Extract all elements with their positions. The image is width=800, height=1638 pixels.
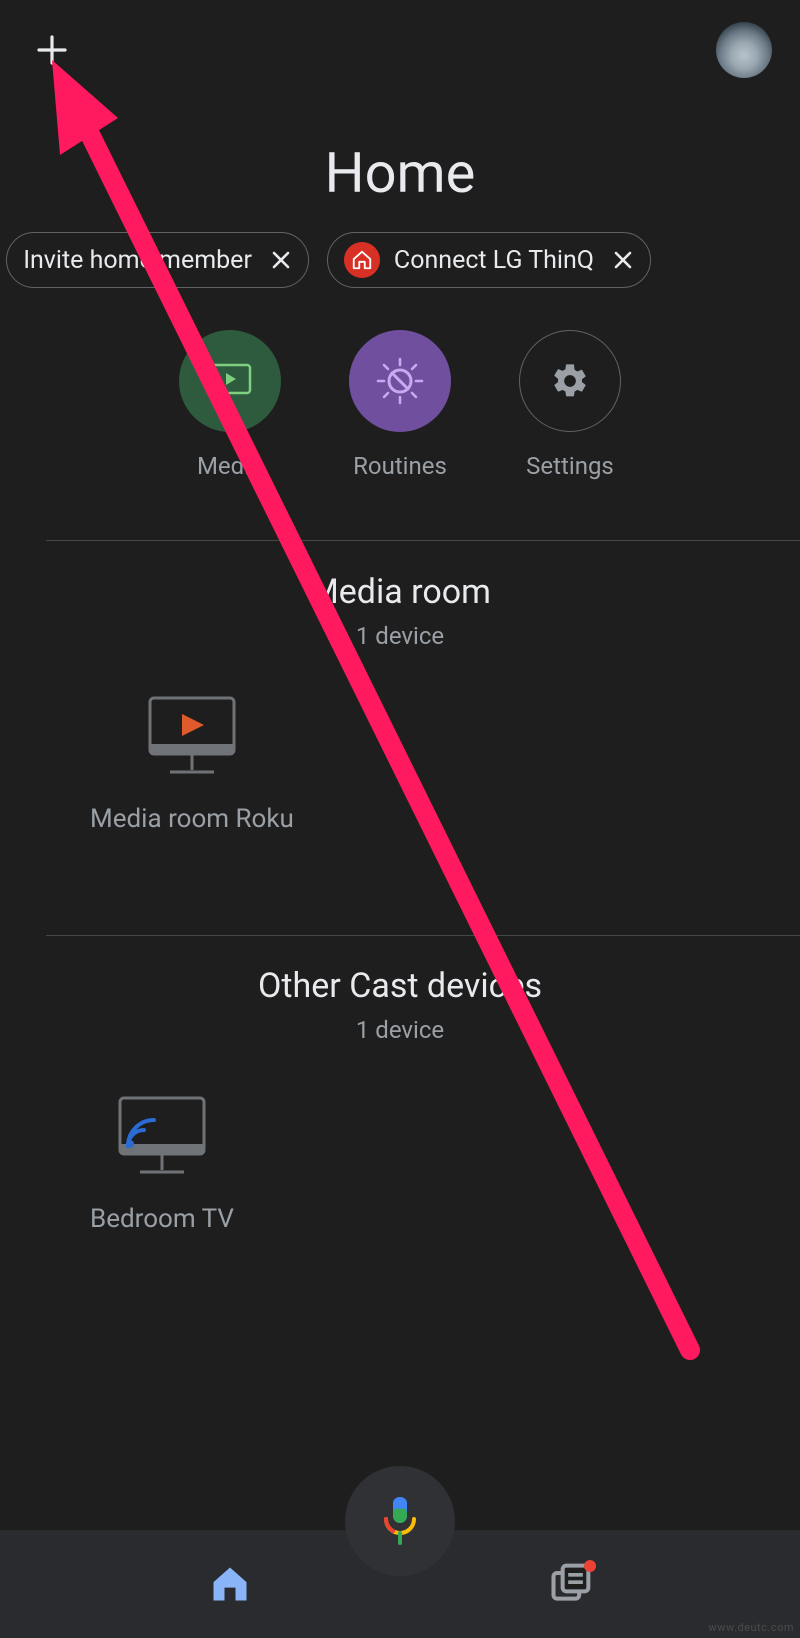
- suggestion-chips-row: Invite home member Connect LG ThinQ: [0, 232, 800, 288]
- watermark: www.deutc.com: [708, 1621, 794, 1634]
- routines-icon-circle: [349, 330, 451, 432]
- avatar[interactable]: [716, 22, 772, 78]
- chip-label: Invite home member: [23, 246, 252, 275]
- chip-close-button[interactable]: [270, 249, 292, 271]
- quick-action-label: Settings: [526, 452, 614, 480]
- home-icon: [208, 1562, 252, 1606]
- chip-close-button[interactable]: [612, 249, 634, 271]
- nav-tab-feed[interactable]: [542, 1556, 598, 1612]
- quick-action-label: Media: [197, 452, 263, 480]
- mic-icon: [378, 1495, 422, 1547]
- device-label: Media room Roku: [90, 804, 294, 834]
- quick-action-routines[interactable]: Routines: [349, 330, 451, 480]
- device-card-media-room-roku[interactable]: Media room Roku: [90, 688, 294, 834]
- settings-icon-circle: [519, 330, 621, 432]
- tv-roku-icon: [132, 688, 252, 788]
- divider: [46, 540, 800, 541]
- room-title[interactable]: Other Cast devices: [0, 966, 800, 1006]
- room-section-media-room: Media room 1 device: [0, 572, 800, 650]
- tv-cast-icon: [102, 1088, 222, 1188]
- routines-icon: [374, 355, 426, 407]
- quick-action-label: Routines: [353, 452, 447, 480]
- quick-action-media[interactable]: Media: [179, 330, 281, 480]
- room-subtitle: 1 device: [0, 1016, 800, 1044]
- device-label: Bedroom TV: [90, 1204, 234, 1234]
- assistant-mic-button[interactable]: [345, 1466, 455, 1576]
- media-icon-circle: [179, 330, 281, 432]
- room-subtitle: 1 device: [0, 622, 800, 650]
- add-button[interactable]: [28, 26, 76, 74]
- top-bar: [0, 0, 800, 100]
- room-section-other-cast: Other Cast devices 1 device: [0, 966, 800, 1044]
- device-card-bedroom-tv[interactable]: Bedroom TV: [90, 1088, 234, 1234]
- suggestion-chip-lg-thinq[interactable]: Connect LG ThinQ: [327, 232, 651, 288]
- page-title: Home: [0, 140, 800, 206]
- close-icon: [270, 249, 292, 271]
- quick-actions-row: Media Routines: [0, 330, 800, 480]
- quick-action-settings[interactable]: Settings: [519, 330, 621, 480]
- chip-label: Connect LG ThinQ: [394, 246, 594, 275]
- lg-thinq-badge-icon: [344, 242, 380, 278]
- divider: [46, 935, 800, 936]
- gear-icon: [550, 361, 590, 401]
- cast-icon: [206, 361, 254, 401]
- suggestion-chip-invite[interactable]: Invite home member: [6, 232, 309, 288]
- room-title[interactable]: Media room: [0, 572, 800, 612]
- plus-icon: [35, 33, 69, 67]
- nav-tab-home[interactable]: [202, 1556, 258, 1612]
- close-icon: [612, 249, 634, 271]
- notification-dot: [584, 1560, 596, 1572]
